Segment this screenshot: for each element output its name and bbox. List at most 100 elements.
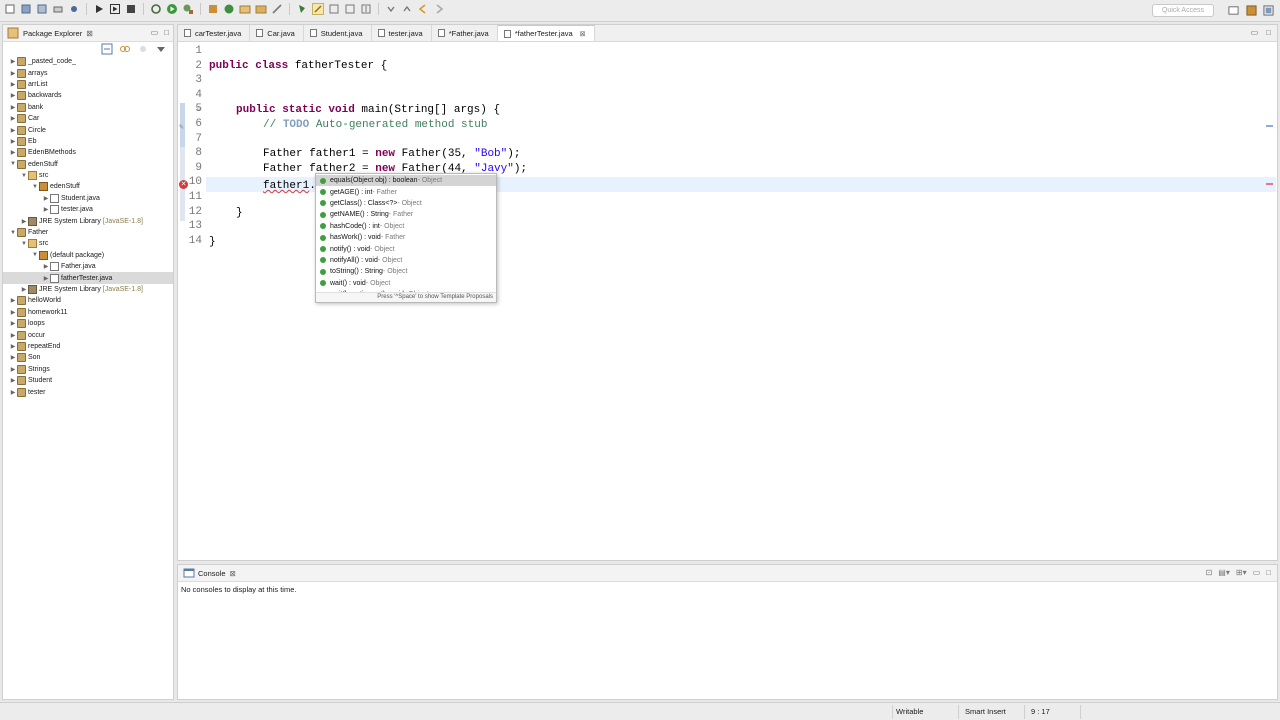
display-console-icon[interactable]: ▤▾ — [1218, 568, 1230, 577]
console-title[interactable]: Console — [198, 569, 226, 578]
tree-item[interactable]: ▶ fatherTester.java — [3, 272, 173, 284]
step-icon[interactable] — [109, 3, 121, 15]
tree-item[interactable]: ▶ _pasted_code_ — [3, 56, 173, 67]
tree-item[interactable]: ▶ Father.java — [3, 261, 173, 272]
proposal-item[interactable]: hashCode() : int - Object — [316, 221, 496, 232]
proposal-item[interactable]: hasWork() : void - Father — [316, 232, 496, 243]
java-ee-perspective-icon[interactable] — [1244, 4, 1258, 17]
tree-item[interactable]: ▶ Eb — [3, 136, 173, 147]
expand-arrow-icon[interactable]: ▶ — [9, 309, 17, 316]
focus-icon[interactable] — [137, 43, 149, 55]
run-icon[interactable] — [93, 3, 105, 15]
proposal-item[interactable]: equals(Object obj) : boolean - Object — [316, 175, 496, 187]
expand-arrow-icon[interactable]: ▶ — [20, 286, 28, 293]
external-tools-icon[interactable] — [182, 3, 194, 15]
tree-item[interactable]: ▶ occur — [3, 329, 173, 340]
new-icon[interactable] — [4, 3, 16, 15]
prev-annotation-icon[interactable] — [401, 3, 413, 15]
overview-ruler-task-marker[interactable] — [1266, 125, 1273, 127]
save-icon[interactable] — [20, 3, 32, 15]
run-green-icon[interactable] — [166, 3, 178, 15]
debug-icon[interactable] — [68, 3, 80, 15]
stop-icon[interactable] — [125, 3, 137, 15]
expand-arrow-icon[interactable]: ▶ — [9, 297, 17, 304]
expand-arrow-icon[interactable]: ▶ — [9, 104, 17, 111]
new-class-icon[interactable] — [223, 3, 235, 15]
open-type-icon[interactable] — [255, 3, 267, 15]
open-perspective-icon[interactable] — [1226, 4, 1240, 17]
expand-arrow-icon[interactable]: ▶ — [42, 275, 50, 282]
tree-item[interactable]: ▼ src — [3, 170, 173, 181]
tree-item[interactable]: ▶ JRE System Library [JavaSE-1.8] — [3, 215, 173, 226]
tree-item[interactable]: ▶ repeatEnd — [3, 341, 173, 352]
editor-tab[interactable]: tester.java — [372, 25, 432, 41]
expand-arrow-icon[interactable]: ▶ — [42, 206, 50, 213]
proposal-item[interactable]: getClass() : Class<?> - Object — [316, 198, 496, 209]
maximize-icon[interactable]: □ — [1266, 568, 1271, 577]
expand-arrow-icon[interactable]: ▶ — [9, 354, 17, 361]
next-annotation-icon[interactable] — [385, 3, 397, 15]
task-marker-icon[interactable]: ✎ — [179, 122, 184, 132]
tree-item[interactable]: ▶ Strings — [3, 364, 173, 375]
proposal-item[interactable]: toString() : String - Object — [316, 266, 496, 277]
overview-ruler-error-marker[interactable] — [1266, 183, 1273, 185]
expand-arrow-icon[interactable]: ▶ — [9, 58, 17, 65]
expand-arrow-icon[interactable]: ▶ — [9, 115, 17, 122]
block-select-icon[interactable] — [344, 3, 356, 15]
expand-arrow-icon[interactable]: ▶ — [9, 332, 17, 339]
save-all-icon[interactable] — [36, 3, 48, 15]
tree-item[interactable]: ▶ backwards — [3, 90, 173, 101]
expand-arrow-icon[interactable]: ▶ — [42, 263, 50, 270]
view-menu-icon[interactable] — [155, 43, 167, 55]
expand-arrow-icon[interactable]: ▶ — [9, 320, 17, 327]
tree-item[interactable]: ▼ edenStuff — [3, 159, 173, 170]
tree-item[interactable]: ▼ src — [3, 238, 173, 249]
expand-arrow-icon[interactable]: ▶ — [9, 149, 17, 156]
tree-item[interactable]: ▶ tester — [3, 386, 173, 397]
quick-access-input[interactable]: Quick Access — [1152, 4, 1214, 17]
close-icon[interactable]: ⊠ — [86, 29, 93, 38]
expand-arrow-icon[interactable]: ▶ — [9, 70, 17, 77]
tree-item[interactable]: ▶ tester.java — [3, 204, 173, 215]
maximize-icon[interactable]: □ — [164, 28, 169, 37]
minimize-icon[interactable]: ▭ — [1253, 568, 1261, 577]
pin-console-icon[interactable]: ⊡ — [1206, 568, 1213, 577]
collapse-arrow-icon[interactable]: ▼ — [20, 173, 28, 179]
collapse-arrow-icon[interactable]: ▼ — [20, 241, 28, 247]
expand-arrow-icon[interactable]: ▶ — [9, 377, 17, 384]
expand-arrow-icon[interactable]: ▶ — [9, 92, 17, 99]
expand-arrow-icon[interactable]: ▶ — [9, 81, 17, 88]
tree-item[interactable]: ▶ Car — [3, 113, 173, 124]
expand-arrow-icon[interactable]: ▶ — [9, 366, 17, 373]
expand-arrow-icon[interactable]: ▶ — [20, 218, 28, 225]
collapse-arrow-icon[interactable]: ▼ — [9, 161, 17, 167]
editor-tab[interactable]: *fatherTester.java ⊠ — [497, 25, 595, 41]
proposal-item[interactable]: getNAME() : String - Father — [316, 209, 496, 220]
collapse-arrow-icon[interactable]: ▼ — [31, 252, 39, 258]
tree-item[interactable]: ▶ Student — [3, 375, 173, 386]
editor-tab[interactable]: carTester.java — [178, 25, 251, 41]
collapse-arrow-icon[interactable]: ▼ — [31, 184, 39, 190]
search-icon[interactable] — [271, 3, 283, 15]
tree-item[interactable]: ▼ Father — [3, 227, 173, 238]
show-whitespace-icon[interactable] — [360, 3, 372, 15]
tree-item[interactable]: ▶ loops — [3, 318, 173, 329]
maximize-icon[interactable]: □ — [1266, 28, 1271, 37]
minimize-icon[interactable]: ▭ — [151, 28, 159, 37]
editor-tab[interactable]: Student.java — [304, 25, 372, 41]
expand-arrow-icon[interactable]: ▶ — [9, 138, 17, 145]
editor-tab[interactable]: *Father.java — [432, 25, 498, 41]
toggle-mark-icon[interactable] — [328, 3, 340, 15]
expand-arrow-icon[interactable]: ▶ — [9, 389, 17, 396]
proposal-item[interactable]: getAGE() : int - Father — [316, 186, 496, 197]
forward-icon[interactable] — [433, 3, 445, 15]
tree-item[interactable]: ▼ (default package) — [3, 250, 173, 261]
proposal-item[interactable]: wait() : void - Object — [316, 278, 496, 289]
expand-arrow-icon[interactable]: ▶ — [9, 127, 17, 134]
annotation-icon[interactable] — [296, 3, 308, 15]
tree-item[interactable]: ▶ EdenBMethods — [3, 147, 173, 158]
proposal-item[interactable]: notify() : void - Object — [316, 243, 496, 254]
tree-item[interactable]: ▶ bank — [3, 102, 173, 113]
editor-tab[interactable]: Car.java — [250, 25, 304, 41]
tree-item[interactable]: ▶ arrays — [3, 67, 173, 78]
